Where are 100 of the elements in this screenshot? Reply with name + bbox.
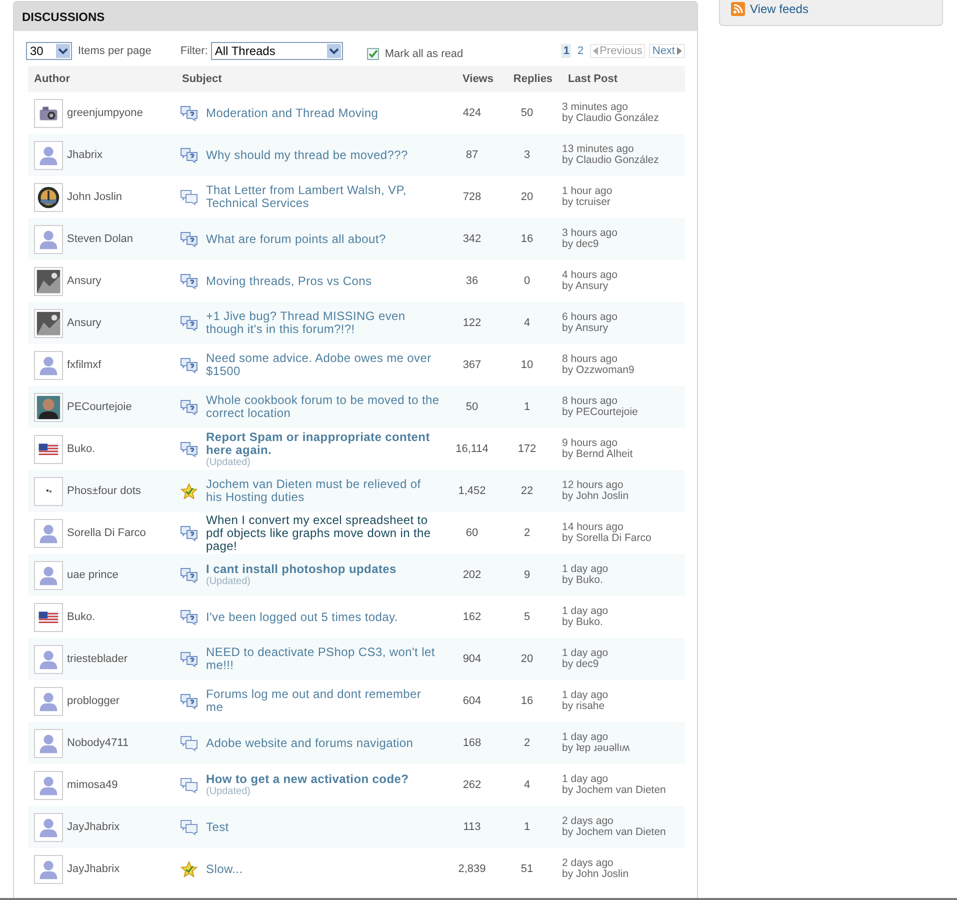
view-feeds-link[interactable]: View feeds [731, 2, 808, 16]
author-name[interactable]: Phos±four dots [67, 485, 141, 497]
thread-title-link[interactable]: Adobe website and forums navigation [206, 736, 440, 750]
last-post-author[interactable]: by risahe [562, 701, 685, 712]
thread-row[interactable]: JayJhabrix Test 113 1 2 days ago by Jochem van Dieten [28, 806, 685, 848]
author-name[interactable]: greenjumpyone [67, 107, 143, 119]
author-name[interactable]: problogger [67, 695, 120, 707]
thread-row[interactable]: Ansury +1 Jive bug? Thread MISSING even though it's in this forum?!?! 122 4 6 hours ago by Ansury [28, 302, 685, 344]
thread-title-link[interactable]: When I convert my excel spreadsheet to pdf objects like graphs move down in the page! [206, 514, 440, 552]
thread-row[interactable]: Phos±four dots Jochem van Dieten must be relieved of his Hosting duties 1,452 22 12 hours ago by John Joslin [28, 470, 685, 512]
thread-title-link[interactable]: Moving threads, Pros vs Cons [206, 274, 440, 288]
thread-title-link[interactable]: Slow... [206, 862, 440, 876]
last-post-author[interactable]: by ʇɐp ɹǝuǝllıʍ [562, 743, 685, 754]
author-name[interactable]: PECourtejoie [67, 401, 132, 413]
thread-row[interactable]: Nobody4711 Adobe website and forums navigation 168 2 1 day ago by ʇɐp ɹǝuǝllıʍ [28, 722, 685, 764]
items-per-page-select[interactable]: 30 [26, 42, 72, 60]
question-bubbles-icon [180, 650, 198, 668]
author-name[interactable]: uae prince [67, 569, 118, 581]
last-post-author[interactable]: by Ozzwoman9 [562, 365, 685, 376]
author-name[interactable]: Buko. [67, 443, 96, 455]
dropdown-icon [56, 44, 70, 58]
last-post-time: 1 day ago [562, 774, 610, 785]
author-name[interactable]: Nobody4711 [67, 737, 129, 749]
views-count: 113 [462, 821, 482, 833]
views-count: 36 [464, 275, 480, 287]
author-name[interactable]: Ansury [67, 275, 102, 287]
last-post-author[interactable]: by Ansury [562, 281, 685, 292]
avatar-icon [34, 518, 63, 548]
thread-title-link[interactable]: What are forum points all about? [206, 232, 440, 246]
thread-title-link[interactable]: NEED to deactivate PShop CS3, won't let me!!! [206, 646, 440, 672]
last-post-author[interactable]: by PECourtejoie [562, 407, 685, 418]
avatar-icon [34, 308, 63, 338]
last-post-time: 14 hours ago [562, 522, 624, 533]
last-post-time: 1 day ago [562, 732, 610, 743]
author-name[interactable]: JayJhabrix [67, 821, 120, 833]
filter-select[interactable]: All Threads [210, 42, 343, 60]
thread-title-link[interactable]: Whole cookbook forum to be moved to the correct location [206, 394, 440, 420]
author-name[interactable]: Jhabrix [67, 149, 102, 161]
thread-title-link[interactable]: That Letter from Lambert Walsh, VP, Technical Services [206, 184, 440, 210]
replies-count: 51 [520, 863, 534, 875]
last-post-author[interactable]: by dec9 [562, 659, 685, 670]
last-post-author[interactable]: by Jochem van Dieten [562, 785, 685, 796]
thread-row[interactable]: uae prince I cant install photoshop updates (Updated) 202 9 1 day ago by Buko. [28, 554, 685, 596]
chat-bubbles-icon [180, 188, 198, 206]
filter-label: Filter: [180, 45, 208, 57]
question-bubbles-icon [180, 146, 198, 164]
thread-title-link[interactable]: Jochem van Dieten must be relieved of his Hosting duties [206, 478, 440, 504]
author-name[interactable]: Sorella Di Farco [67, 527, 146, 539]
thread-title-link[interactable]: I've been logged out 5 times today. [206, 610, 440, 624]
author-name[interactable]: John Joslin [67, 191, 122, 203]
thread-row[interactable]: triesteblader NEED to deactivate PShop CS3, won't let me!!! 904 20 1 day ago by dec9 [28, 638, 685, 680]
last-post-author[interactable]: by Claudio González [562, 113, 685, 124]
page-link[interactable]: 1 [561, 44, 572, 58]
replies-count: 2 [522, 737, 532, 749]
thread-title-link[interactable]: How to get a new activation code? [206, 773, 440, 786]
last-post-author[interactable]: by Buko. [562, 575, 685, 586]
page-link[interactable]: 2 [575, 44, 586, 58]
replies-count: 0 [522, 275, 532, 287]
thread-title-link[interactable]: Forums log me out and dont remember me [206, 688, 440, 714]
thread-row[interactable]: Steven Dolan What are forum points all about? 342 16 3 hours ago by dec9 [28, 218, 685, 260]
thread-title-link[interactable]: Need some advice. Adobe owes me over $1500 [206, 352, 440, 378]
mark-read-checkbox[interactable] [366, 48, 379, 60]
last-post-author[interactable]: by Ansury [562, 323, 685, 334]
last-post-author[interactable]: by John Joslin [562, 491, 685, 502]
views-count: 367 [462, 359, 482, 371]
last-post-author[interactable]: by Jochem van Dieten [562, 827, 685, 838]
updated-note: (Updated) [206, 456, 252, 468]
column-header: Replies [512, 73, 554, 85]
last-post-author[interactable]: by dec9 [562, 239, 685, 250]
last-post-time: 12 hours ago [562, 480, 624, 491]
thread-title-link[interactable]: Test [206, 820, 440, 834]
thread-title-link[interactable]: +1 Jive bug? Thread MISSING even though it's in this forum?!?! [206, 310, 440, 336]
author-name[interactable]: Buko. [67, 611, 96, 623]
author-name[interactable]: JayJhabrix [67, 863, 120, 875]
thread-title-link[interactable]: I cant install photoshop updates [206, 563, 440, 576]
thread-row[interactable]: PECourtejoie Whole cookbook forum to be moved to the correct location 50 1 8 hours ago by PECourtejoie [28, 386, 685, 428]
thread-title-link[interactable]: Moderation and Thread Moving [206, 106, 440, 120]
last-post-author[interactable]: by tcruiser [562, 197, 685, 208]
next-link[interactable]: Next [649, 44, 685, 58]
last-post-time: 1 day ago [562, 564, 610, 575]
last-post-author[interactable]: by Sorella Di Farco [562, 533, 685, 544]
views-count: 604 [462, 695, 482, 707]
author-name[interactable]: Steven Dolan [67, 233, 134, 245]
author-name[interactable]: triesteblader [67, 653, 128, 665]
last-post-author[interactable]: by Buko. [562, 617, 685, 628]
replies-count: 16 [520, 695, 534, 707]
star-icon [180, 482, 198, 500]
panel-title: DISCUSSIONS [22, 10, 105, 24]
last-post-author[interactable]: by John Joslin [562, 869, 685, 880]
last-post-author[interactable]: by Bernd Alheit [562, 449, 685, 460]
mark-read-label[interactable]: Mark all as read [384, 48, 464, 60]
thread-title-link[interactable]: Report Spam or inappropriate content here again. [206, 430, 440, 456]
author-name[interactable]: mimosa49 [67, 779, 118, 791]
views-count: 87 [464, 149, 480, 161]
last-post-author[interactable]: by Claudio González [562, 155, 685, 166]
thread-row[interactable]: Jhabrix Why should my thread be moved??? 87 3 13 minutes ago by Claudio González [28, 134, 685, 176]
author-name[interactable]: Ansury [67, 317, 102, 329]
author-name[interactable]: fxfilmxf [67, 359, 102, 371]
thread-title-link[interactable]: Why should my thread be moved??? [206, 148, 440, 162]
views-count: 16,114 [454, 443, 490, 455]
